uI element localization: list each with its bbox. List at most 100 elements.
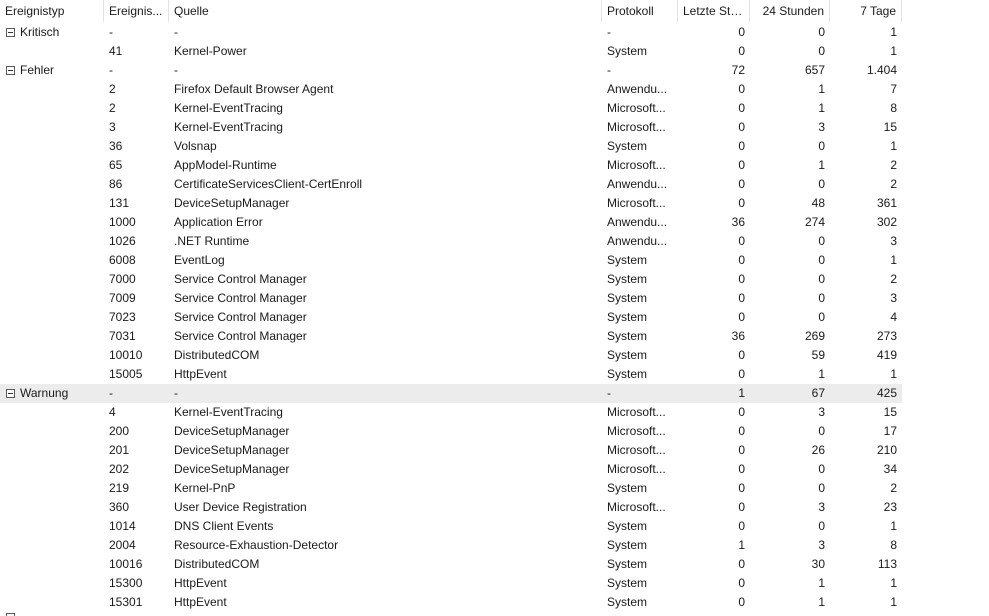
column-header-quelle[interactable]: Quelle [169, 0, 602, 22]
table-row[interactable]: 4 Kernel-EventTracing Microsoft... 0 3 15 [0, 403, 902, 422]
cell-type-empty [0, 327, 104, 346]
cell-7-days: 210 [876, 443, 897, 457]
cell-source: Service Control Manager [174, 329, 307, 343]
table-row[interactable]: 201 DeviceSetupManager Microsoft... 0 26 210 [0, 441, 902, 460]
column-header-24-stunden[interactable]: 24 Stunden [750, 0, 830, 22]
table-row[interactable]: 1014 DNS Client Events System 0 0 1 [0, 517, 902, 536]
cell-last-hour: 0 [738, 272, 745, 286]
table-row[interactable]: 10016 DistributedCOM System 0 30 113 [0, 555, 902, 574]
cell-log: - [607, 386, 611, 400]
table-row[interactable]: 2 Firefox Default Browser Agent Anwendu...… [0, 80, 902, 99]
table-row[interactable]: 15300 HttpEvent System 0 1 1 [0, 574, 902, 593]
cell-log: Microsoft... [607, 424, 666, 438]
cell-source: DeviceSetupManager [174, 424, 290, 438]
cell-event-id: 202 [109, 462, 130, 476]
cell-log: Anwendu... [607, 234, 668, 248]
cell-log: System [607, 519, 648, 533]
table-row[interactable]: 3 Kernel-EventTracing Microsoft... 0 3 15 [0, 118, 902, 137]
group-type-cell[interactable]: Fehler [0, 61, 104, 80]
table-row[interactable]: 7009 Service Control Manager System 0 0 3 [0, 289, 902, 308]
table-row[interactable]: 15005 HttpEvent System 0 1 1 [0, 365, 902, 384]
cell-log: Microsoft... [607, 462, 666, 476]
group-row[interactable]: Kritisch - - - 0 0 1 [0, 23, 902, 42]
cell-source: HttpEvent [174, 595, 227, 609]
collapse-toggle-icon[interactable] [6, 389, 15, 398]
cell-log: Microsoft... [607, 196, 666, 210]
table-row[interactable]: 65 AppModel-Runtime Microsoft... 0 1 2 [0, 156, 902, 175]
table-row[interactable]: 15301 HttpEvent System 0 1 1 [0, 593, 902, 612]
cell-24-hours: 0 [818, 462, 825, 476]
cell-source: DNS Client Events [174, 519, 274, 533]
table-row[interactable]: 86 CertificateServicesClient-CertEnroll An… [0, 175, 902, 194]
cell-type-empty [0, 213, 104, 232]
cell-7-days: 17 [883, 424, 897, 438]
collapse-toggle-icon[interactable] [6, 66, 15, 75]
cell-7-days: 7 [890, 82, 897, 96]
table-row[interactable]: 41 Kernel-Power System 0 0 1 [0, 42, 902, 61]
cell-7-days: 1 [890, 44, 897, 58]
group-row[interactable]: Warnung - - - 1 67 425 [0, 384, 902, 403]
table-row[interactable]: 360 User Device Registration Microsoft... 0… [0, 498, 902, 517]
table-row[interactable]: 219 Kernel-PnP System 0 0 2 [0, 479, 902, 498]
column-header-row: Ereignistyp Ereignis... Quelle Protokoll… [0, 0, 989, 23]
cell-source: HttpEvent [174, 576, 227, 590]
table-row[interactable]: 2004 Resource-Exhaustion-Detector System 1 3… [0, 536, 902, 555]
table-row[interactable]: 7023 Service Control Manager System 0 0 4 [0, 308, 902, 327]
cell-log: System [607, 291, 648, 305]
cell-last-hour: 36 [731, 329, 745, 343]
cell-type-empty [0, 251, 104, 270]
table-row[interactable]: 10010 DistributedCOM System 0 59 419 [0, 346, 902, 365]
table-row[interactable]: 7000 Service Control Manager System 0 0 2 [0, 270, 902, 289]
cell-event-id: - [109, 386, 113, 400]
cell-type-empty [0, 80, 104, 99]
table-row[interactable]: 2 Kernel-EventTracing Microsoft... 0 1 8 [0, 99, 902, 118]
group-row[interactable]: Fehler - - - 72 657 1.404 [0, 61, 902, 80]
cell-event-id: 1014 [109, 519, 136, 533]
group-label: Kritisch [20, 25, 60, 39]
group-type-cell[interactable]: Warnung [0, 384, 104, 403]
cell-log: - [607, 63, 611, 77]
cell-7-days: 2 [890, 177, 897, 191]
column-header-letzte-stunde[interactable]: Letzte Stu... [678, 0, 750, 22]
table-row[interactable]: 202 DeviceSetupManager Microsoft... 0 0 34 [0, 460, 902, 479]
column-header-protokoll[interactable]: Protokoll [602, 0, 678, 22]
cell-log: Microsoft... [607, 158, 666, 172]
cell-event-id: 15301 [109, 595, 143, 609]
column-header-ereignistyp[interactable]: Ereignistyp [0, 0, 104, 22]
column-header-ereignis-id[interactable]: Ereignis... [104, 0, 169, 22]
column-header-7-tage[interactable]: 7 Tage [830, 0, 902, 22]
cell-log: System [607, 272, 648, 286]
cell-type-empty [0, 365, 104, 384]
cell-7-days: 1 [890, 25, 897, 39]
cell-last-hour: 0 [738, 424, 745, 438]
cell-type-empty [0, 422, 104, 441]
cell-7-days: 1 [890, 253, 897, 267]
collapse-toggle-icon[interactable] [6, 28, 15, 37]
cell-7-days: 8 [890, 101, 897, 115]
cell-24-hours: 0 [818, 272, 825, 286]
cell-source: EventLog [174, 253, 225, 267]
cell-event-id: 7031 [109, 329, 136, 343]
group-type-cell[interactable]: Kritisch [0, 23, 104, 42]
cell-7-days: 1 [890, 367, 897, 381]
table-row[interactable]: 200 DeviceSetupManager Microsoft... 0 0 17 [0, 422, 902, 441]
table-row[interactable]: 1000 Application Error Anwendu... 36 274 302 [0, 213, 902, 232]
cell-last-hour: 0 [738, 139, 745, 153]
cell-24-hours: 1 [818, 367, 825, 381]
table-row[interactable]: 6008 EventLog System 0 0 1 [0, 251, 902, 270]
cell-24-hours: 0 [818, 234, 825, 248]
cell-24-hours: 657 [804, 63, 825, 77]
cell-7-days: 361 [876, 196, 897, 210]
cell-7-days: 273 [876, 329, 897, 343]
cell-source: User Device Registration [174, 500, 307, 514]
cell-source: Kernel-Power [174, 44, 247, 58]
cell-log: Anwendu... [607, 82, 668, 96]
cell-event-id: 6008 [109, 253, 136, 267]
table-row[interactable]: 36 Volsnap System 0 0 1 [0, 137, 902, 156]
cell-log: System [607, 310, 648, 324]
table-row[interactable]: 131 DeviceSetupManager Microsoft... 0 48 361 [0, 194, 902, 213]
table-row[interactable]: 1026 .NET Runtime Anwendu... 0 0 3 [0, 232, 902, 251]
table-row[interactable]: 7031 Service Control Manager System 36 269 27… [0, 327, 902, 346]
cell-source: Volsnap [174, 139, 217, 153]
cell-type-empty [0, 441, 104, 460]
